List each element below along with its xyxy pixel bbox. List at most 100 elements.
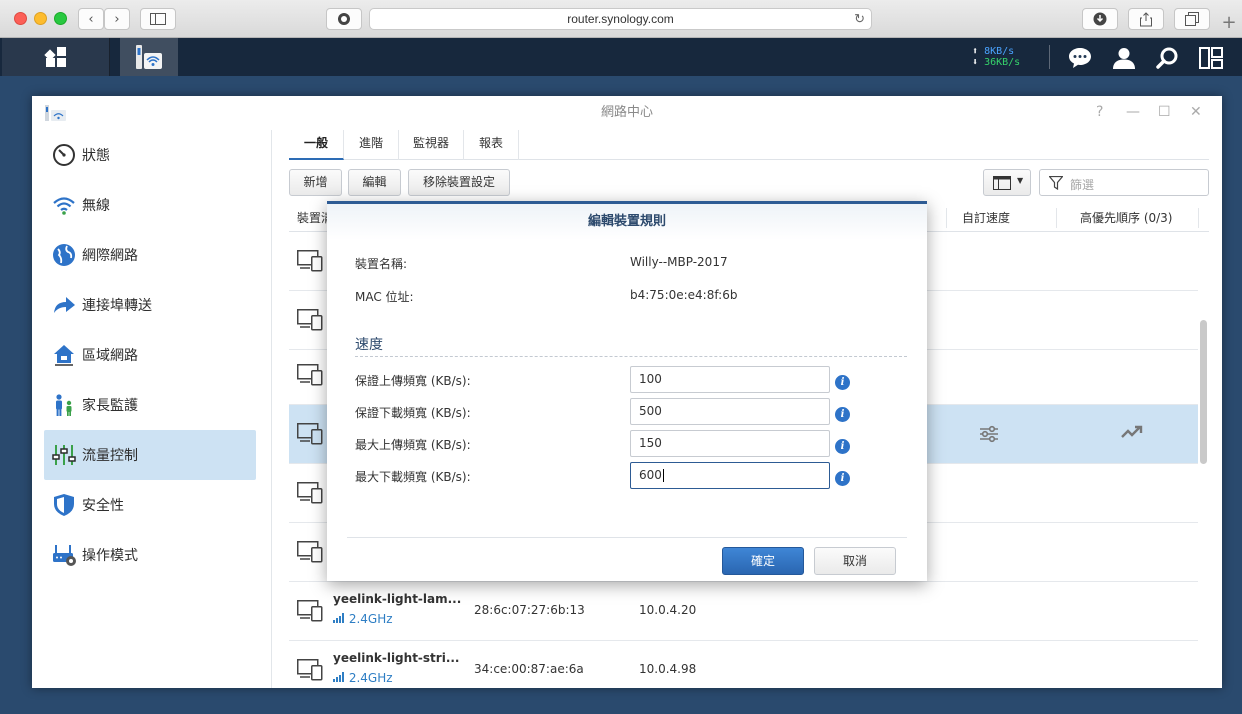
widgets-icon — [1199, 47, 1223, 69]
download-icon — [1093, 12, 1107, 26]
view-options-button[interactable]: ▼ — [983, 169, 1031, 196]
dialog-footer-divider — [347, 537, 907, 538]
sidebar-item-label: 流量控制 — [82, 448, 138, 464]
edit-device-rule-dialog: 編輯裝置規則 裝置名稱: Willy--MBP-2017 MAC 位址: b4:… — [327, 201, 927, 581]
edit-button[interactable]: 編輯 — [348, 169, 401, 196]
globe-icon — [52, 243, 76, 267]
scrollbar-thumb[interactable] — [1200, 320, 1207, 464]
cancel-button[interactable]: 取消 — [814, 547, 896, 575]
router-gear-icon — [52, 543, 76, 567]
sidebar: 狀態 無線 網際網路 連接埠轉送 區域網路 家長監護 流量控制 安全性 操作模式 — [32, 130, 272, 688]
guaranteed-download-input[interactable]: 500 — [630, 398, 830, 425]
sidebar-item-label: 網際網路 — [82, 248, 138, 264]
device-name-label: 裝置名稱: — [355, 257, 408, 271]
max-download-input[interactable]: 600 — [630, 462, 830, 489]
devices-icon — [297, 423, 323, 445]
address-bar[interactable]: router.synology.com ↻ — [369, 8, 872, 30]
adjust-sliders-icon[interactable] — [979, 425, 999, 443]
search-button[interactable] — [1155, 46, 1179, 70]
dialog-title: 編輯裝置規則 — [327, 204, 927, 240]
section-divider — [355, 356, 907, 357]
notifications-button[interactable] — [1068, 46, 1092, 70]
tabs-overview-button[interactable] — [1174, 8, 1210, 30]
column-divider — [1198, 208, 1199, 228]
speed-section-title: 速度 — [355, 337, 383, 353]
new-tab-button[interactable]: + — [1216, 8, 1242, 38]
column-custom-speed[interactable]: 自訂速度 — [962, 204, 1010, 232]
sidebar-toggle-button[interactable] — [140, 8, 176, 30]
maximize-button[interactable]: ☐ — [1158, 105, 1171, 119]
guaranteed-download-label: 保證下載頻寬 (KB/s): — [355, 406, 471, 420]
tab-general[interactable]: 一般 — [289, 130, 344, 160]
sidebar-item-traffic-control[interactable]: 流量控制 — [44, 430, 256, 480]
info-icon[interactable]: i — [835, 407, 850, 422]
signal-bars-icon — [333, 672, 344, 682]
forward-button[interactable]: › — [104, 8, 130, 30]
max-upload-label: 最大上傳頻寬 (KB/s): — [355, 438, 471, 452]
family-icon — [52, 393, 76, 417]
tab-bar: 一般 進階 監視器 報表 — [289, 130, 1209, 160]
user-menu-button[interactable] — [1112, 46, 1136, 70]
sidebar-item-local-network[interactable]: 區域網路 — [44, 330, 256, 380]
ok-button[interactable]: 確定 — [722, 547, 804, 575]
widgets-button[interactable] — [1199, 46, 1223, 70]
extension-button[interactable] — [326, 8, 362, 30]
tab-monitor[interactable]: 監視器 — [399, 130, 464, 160]
filter-input[interactable]: 篩選 — [1039, 169, 1209, 196]
column-priority[interactable]: 高優先順序 (0/3) — [1080, 204, 1173, 232]
table-row[interactable]: yeelink-light-stri... 2.4GHz 34:ce:00:87… — [289, 641, 1198, 688]
tab-advanced[interactable]: 進階 — [344, 130, 399, 160]
sidebar-item-security[interactable]: 安全性 — [44, 480, 256, 530]
shield-icon — [52, 493, 76, 517]
sidebar-item-operation-mode[interactable]: 操作模式 — [44, 530, 256, 580]
devices-icon — [297, 541, 323, 563]
device-band-row: 2.4GHz — [333, 612, 393, 626]
back-button[interactable]: ‹ — [78, 8, 104, 30]
device-band: 2.4GHz — [348, 612, 393, 626]
help-button[interactable]: ? — [1096, 105, 1103, 119]
minimize-button[interactable]: — — [1126, 105, 1140, 119]
network-center-taskbar-app[interactable] — [120, 38, 178, 76]
info-icon[interactable]: i — [835, 471, 850, 486]
app-grid-icon — [43, 47, 66, 67]
sidebar-item-status[interactable]: 狀態 — [44, 130, 256, 180]
sidebar-item-port-forwarding[interactable]: 連接埠轉送 — [44, 280, 256, 330]
taskbar-divider — [1049, 45, 1050, 69]
guaranteed-upload-input[interactable]: 100 — [630, 366, 830, 393]
minimize-window-button[interactable] — [34, 12, 47, 25]
sidebar-item-internet[interactable]: 網際網路 — [44, 230, 256, 280]
device-name: yeelink-light-stri... — [333, 651, 460, 665]
main-menu-button[interactable] — [2, 38, 110, 76]
remove-device-settings-button[interactable]: 移除裝置設定 — [408, 169, 510, 196]
column-divider — [1056, 208, 1057, 228]
filter-placeholder: 篩選 — [1070, 178, 1095, 192]
forward-arrow-icon — [52, 293, 76, 317]
zoom-window-button[interactable] — [54, 12, 67, 25]
sidebar-item-label: 區域網路 — [82, 348, 138, 364]
device-ip: 10.0.4.20 — [639, 603, 697, 617]
close-button[interactable]: ✕ — [1190, 105, 1202, 119]
mac-label: MAC 位址: — [355, 290, 414, 304]
home-network-icon — [52, 343, 76, 367]
add-button[interactable]: 新增 — [289, 169, 342, 196]
table-view-icon — [993, 176, 1011, 190]
downloads-button[interactable] — [1082, 8, 1118, 30]
device-ip: 10.0.4.98 — [639, 662, 697, 676]
table-row[interactable]: yeelink-light-lam... 2.4GHz 28:6c:07:27:… — [289, 582, 1198, 641]
device-mac: 34:ce:00:87:ae:6a — [474, 662, 584, 676]
sidebar-item-label: 家長監護 — [82, 398, 138, 414]
sidebar-item-parental-control[interactable]: 家長監護 — [44, 380, 256, 430]
sidebar-item-wireless[interactable]: 無線 — [44, 180, 256, 230]
close-window-button[interactable] — [14, 12, 27, 25]
sidebar-icon — [150, 13, 166, 25]
priority-trend-icon[interactable] — [1121, 425, 1143, 439]
info-icon[interactable]: i — [835, 439, 850, 454]
share-button[interactable] — [1128, 8, 1164, 30]
user-icon — [1113, 48, 1135, 69]
max-upload-input[interactable]: 150 — [630, 430, 830, 457]
tab-reports[interactable]: 報表 — [464, 130, 519, 160]
sidebar-item-label: 安全性 — [82, 498, 124, 514]
reload-icon[interactable]: ↻ — [854, 9, 865, 29]
chevron-right-icon: › — [114, 11, 120, 27]
info-icon[interactable]: i — [835, 375, 850, 390]
